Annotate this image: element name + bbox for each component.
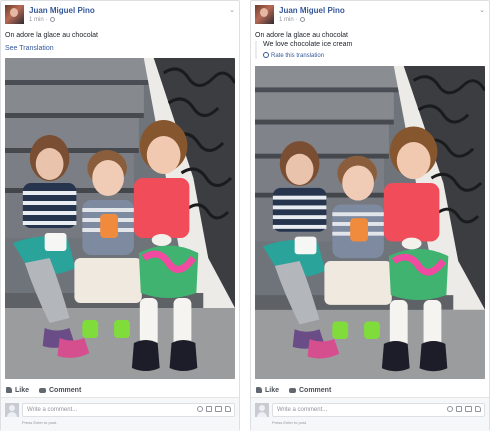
avatar bbox=[5, 403, 19, 417]
sticker-icon[interactable] bbox=[475, 406, 481, 412]
comment-hint: Press Enter to post. bbox=[22, 420, 58, 425]
author-avatar[interactable] bbox=[255, 5, 274, 24]
post-meta: 1 min · bbox=[29, 17, 56, 23]
post-card-translated: Juan Miguel Pino 1 min · ⌄ On adore la g… bbox=[250, 0, 490, 431]
camera-icon[interactable] bbox=[456, 406, 462, 412]
post-header: Juan Miguel Pino 1 min · ⌄ bbox=[255, 5, 485, 27]
comment-placeholder: Write a comment... bbox=[27, 407, 78, 413]
like-button[interactable]: Like bbox=[6, 387, 29, 394]
see-translation-link[interactable]: See Translation bbox=[5, 45, 54, 52]
post-actions: Like Comment bbox=[1, 383, 239, 398]
sticker-icon[interactable] bbox=[225, 406, 231, 412]
post-meta: 1 min · bbox=[279, 17, 306, 23]
globe-icon bbox=[300, 17, 306, 22]
like-label: Like bbox=[265, 387, 280, 394]
comment-hint: Press Enter to post. bbox=[272, 420, 308, 425]
post-card-original: Juan Miguel Pino 1 min · ⌄ On adore la g… bbox=[0, 0, 240, 431]
speech-bubble-icon bbox=[289, 388, 296, 393]
camera-icon[interactable] bbox=[206, 406, 212, 412]
post-time[interactable]: 1 min bbox=[279, 17, 294, 23]
comment-label: Comment bbox=[299, 387, 332, 394]
chevron-down-icon[interactable]: ⌄ bbox=[479, 6, 485, 14]
speech-bubble-icon bbox=[39, 388, 46, 393]
post-photo[interactable] bbox=[255, 66, 485, 379]
post-time[interactable]: 1 min bbox=[29, 17, 44, 23]
comment-input[interactable]: Write a comment... bbox=[22, 403, 235, 417]
post-header: Juan Miguel Pino 1 min · ⌄ bbox=[5, 5, 235, 27]
emoji-icon[interactable] bbox=[197, 406, 203, 412]
like-label: Like bbox=[15, 387, 30, 394]
globe-icon bbox=[50, 17, 56, 22]
gif-icon[interactable] bbox=[465, 406, 472, 412]
author-name[interactable]: Juan Miguel Pino bbox=[279, 6, 345, 15]
rate-translation-label: Rate this translation bbox=[271, 53, 325, 59]
avatar bbox=[255, 403, 269, 417]
kids-photo-image bbox=[255, 66, 485, 379]
post-text: On adore la glace au chocolat bbox=[5, 32, 99, 39]
comment-button[interactable]: Comment bbox=[39, 387, 81, 394]
translation-text: We love chocolate ice cream bbox=[263, 41, 353, 48]
post-actions: Like Comment bbox=[251, 383, 489, 398]
kids-photo-image bbox=[5, 58, 235, 379]
comment-button[interactable]: Comment bbox=[289, 387, 331, 394]
comment-label: Comment bbox=[49, 387, 82, 394]
globe-icon bbox=[263, 52, 269, 58]
chevron-down-icon[interactable]: ⌄ bbox=[229, 6, 235, 14]
like-button[interactable]: Like bbox=[256, 387, 279, 394]
comment-composer: Write a comment... Press Enter to post. bbox=[1, 398, 239, 431]
author-name[interactable]: Juan Miguel Pino bbox=[29, 6, 95, 15]
post-photo[interactable] bbox=[5, 58, 235, 379]
thumbs-up-icon bbox=[6, 387, 12, 393]
author-avatar[interactable] bbox=[5, 5, 24, 24]
rate-translation-link[interactable]: Rate this translation bbox=[263, 52, 324, 59]
comment-placeholder: Write a comment... bbox=[277, 407, 328, 413]
comment-composer: Write a comment... Press Enter to post. bbox=[251, 398, 489, 431]
emoji-icon[interactable] bbox=[447, 406, 453, 412]
translation-box: We love chocolate ice cream Rate this tr… bbox=[255, 41, 487, 59]
post-text: On adore la glace au chocolat bbox=[255, 32, 349, 39]
comment-input[interactable]: Write a comment... bbox=[272, 403, 485, 417]
thumbs-up-icon bbox=[256, 387, 262, 393]
gif-icon[interactable] bbox=[215, 406, 222, 412]
